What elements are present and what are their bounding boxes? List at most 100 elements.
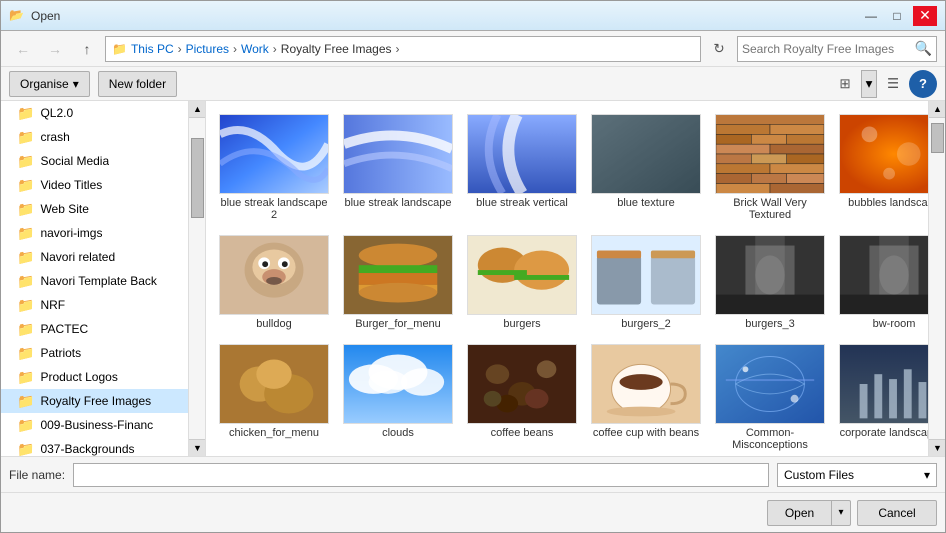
file-label: blue streak vertical — [476, 197, 568, 209]
new-folder-button[interactable]: New folder — [98, 71, 177, 97]
sidebar: 📁QL2.0📁crash📁Social Media📁Video Titles📁W… — [1, 101, 206, 456]
action-bar: Open ▾ Cancel — [1, 492, 945, 532]
file-label: burgers_2 — [621, 318, 671, 330]
view-large-icons-button[interactable]: ⊞ — [831, 70, 859, 98]
sidebar-item-009-business-financ[interactable]: 📁 009-Business-Financ — [1, 413, 188, 437]
folder-icon: 📁 — [17, 225, 34, 242]
sidebar-item-label: Social Media — [40, 154, 109, 168]
sidebar-item-037-backgrounds[interactable]: 📁037-Backgrounds — [1, 437, 188, 456]
title-bar: 📂 Open — □ ✕ — [1, 1, 945, 31]
folder-icon: 📁 — [17, 441, 34, 457]
file-item[interactable]: blue streak landscape 2 — [214, 109, 334, 226]
file-item[interactable]: bulldog — [214, 230, 334, 335]
sidebar-item-label: QL2.0 — [40, 106, 73, 120]
view-dropdown-button[interactable]: ▾ — [861, 70, 877, 98]
forward-button[interactable]: → — [41, 35, 69, 63]
sidebar-item-navori-template-back[interactable]: 📁Navori Template Back — [1, 269, 188, 293]
file-label: chicken_for_menu — [229, 427, 319, 439]
file-label: Burger_for_menu — [355, 318, 441, 330]
file-item[interactable]: clouds — [338, 339, 458, 456]
minimize-button[interactable]: — — [859, 6, 883, 26]
content-scrollbar: ▲ ▼ — [928, 101, 945, 456]
file-item[interactable]: burgers — [462, 230, 582, 335]
scroll-down-button[interactable]: ▼ — [189, 439, 206, 456]
search-input[interactable] — [742, 42, 915, 56]
file-item[interactable]: burgers_3 — [710, 230, 830, 335]
file-item[interactable]: blue streak vertical — [462, 109, 582, 226]
sidebar-item-label: Royalty Free Images — [40, 394, 151, 408]
sidebar-item-label: 009-Business-Financ — [40, 418, 153, 432]
file-item[interactable]: Common-Misconceptions — [710, 339, 830, 456]
sidebar-item-product-logos[interactable]: 📁Product Logos — [1, 365, 188, 389]
file-thumbnail — [219, 344, 329, 424]
details-pane-button[interactable]: ☰ — [879, 70, 907, 98]
file-thumbnail — [467, 114, 577, 194]
scroll-up-button[interactable]: ▲ — [189, 101, 206, 118]
content-scroll-down[interactable]: ▼ — [929, 439, 945, 456]
breadcrumb-pictures[interactable]: Pictures — [186, 42, 229, 56]
file-label: bw-room — [873, 318, 916, 330]
file-item[interactable]: coffee beans — [462, 339, 582, 456]
search-icon[interactable]: 🔍 — [915, 40, 932, 57]
open-button-group: Open ▾ — [767, 500, 851, 526]
file-label: blue streak landscape 2 — [219, 197, 329, 221]
folder-icon: 📁 — [17, 417, 34, 434]
organise-button[interactable]: Organise ▾ — [9, 71, 90, 97]
file-thumbnail — [467, 235, 577, 315]
maximize-button[interactable]: □ — [885, 6, 909, 26]
file-thumbnail — [591, 235, 701, 315]
file-thumbnail — [343, 114, 453, 194]
file-label: Brick Wall Very Textured — [715, 197, 825, 221]
file-grid: blue streak landscape 2 blue streak lands… — [206, 101, 945, 456]
sidebar-item-navori-imgs[interactable]: 📁navori-imgs — [1, 221, 188, 245]
folder-icon: 📁 — [17, 153, 34, 170]
sidebar-item-pactec[interactable]: 📁PACTEC — [1, 317, 188, 341]
cancel-button[interactable]: Cancel — [857, 500, 937, 526]
refresh-button[interactable]: ↻ — [705, 36, 733, 62]
breadcrumb-work[interactable]: Work — [241, 42, 269, 56]
up-button[interactable]: ↑ — [73, 35, 101, 63]
filename-input[interactable] — [73, 463, 769, 487]
content-scroll-up[interactable]: ▲ — [929, 101, 945, 118]
close-button[interactable]: ✕ — [913, 6, 937, 26]
file-item[interactable]: blue texture — [586, 109, 706, 226]
sidebar-item-social-media[interactable]: 📁 Social Media — [1, 149, 188, 173]
new-folder-label: New folder — [109, 77, 166, 91]
sidebar-item-ql2-0[interactable]: 📁QL2.0 — [1, 101, 188, 125]
sidebar-item-navori-related[interactable]: 📁Navori related — [1, 245, 188, 269]
sidebar-item-nrf[interactable]: 📁NRF — [1, 293, 188, 317]
sidebar-item-patriots[interactable]: 📁Patriots — [1, 341, 188, 365]
organise-arrow-icon: ▾ — [73, 77, 79, 91]
view-icons: ⊞ ▾ ☰ ? — [831, 70, 937, 98]
file-item[interactable]: Brick Wall Very Textured — [710, 109, 830, 226]
breadcrumb-thispc[interactable]: This PC — [131, 42, 174, 56]
file-label: burgers_3 — [745, 318, 795, 330]
folder-icon: 📁 — [17, 273, 34, 290]
file-item[interactable]: Burger_for_menu — [338, 230, 458, 335]
folder-icon: 📁 — [17, 369, 34, 386]
file-item[interactable]: blue streak landscape — [338, 109, 458, 226]
file-item[interactable]: burgers_2 — [586, 230, 706, 335]
scroll-thumb[interactable] — [191, 138, 204, 218]
breadcrumb-current: Royalty Free Images — [281, 42, 392, 56]
folder-icon: 📁 — [17, 297, 34, 314]
open-button[interactable]: Open — [767, 500, 831, 526]
sidebar-item-royalty-free-images[interactable]: 📁Royalty Free Images — [1, 389, 188, 413]
folder-icon: 📁 — [17, 249, 34, 266]
file-label: clouds — [382, 427, 414, 439]
help-button[interactable]: ? — [909, 70, 937, 98]
back-button[interactable]: ← — [9, 35, 37, 63]
file-item[interactable]: chicken_for_menu — [214, 339, 334, 456]
content-scroll-thumb[interactable] — [931, 123, 944, 153]
sidebar-item-video-titles[interactable]: 📁Video Titles — [1, 173, 188, 197]
file-thumbnail — [343, 235, 453, 315]
sidebar-item-crash[interactable]: 📁crash — [1, 125, 188, 149]
sidebar-item-web-site[interactable]: 📁Web Site — [1, 197, 188, 221]
file-label: coffee beans — [491, 427, 554, 439]
toolbar: Organise ▾ New folder ⊞ ▾ ☰ ? — [1, 67, 945, 101]
sidebar-list: 📁QL2.0📁crash📁Social Media📁Video Titles📁W… — [1, 101, 205, 456]
nav-bar: ← → ↑ 📁 This PC › Pictures › Work › Roya… — [1, 31, 945, 67]
filetype-dropdown[interactable]: Custom Files ▾ — [777, 463, 937, 487]
open-arrow-button[interactable]: ▾ — [831, 500, 851, 526]
file-item[interactable]: coffee cup with beans — [586, 339, 706, 456]
